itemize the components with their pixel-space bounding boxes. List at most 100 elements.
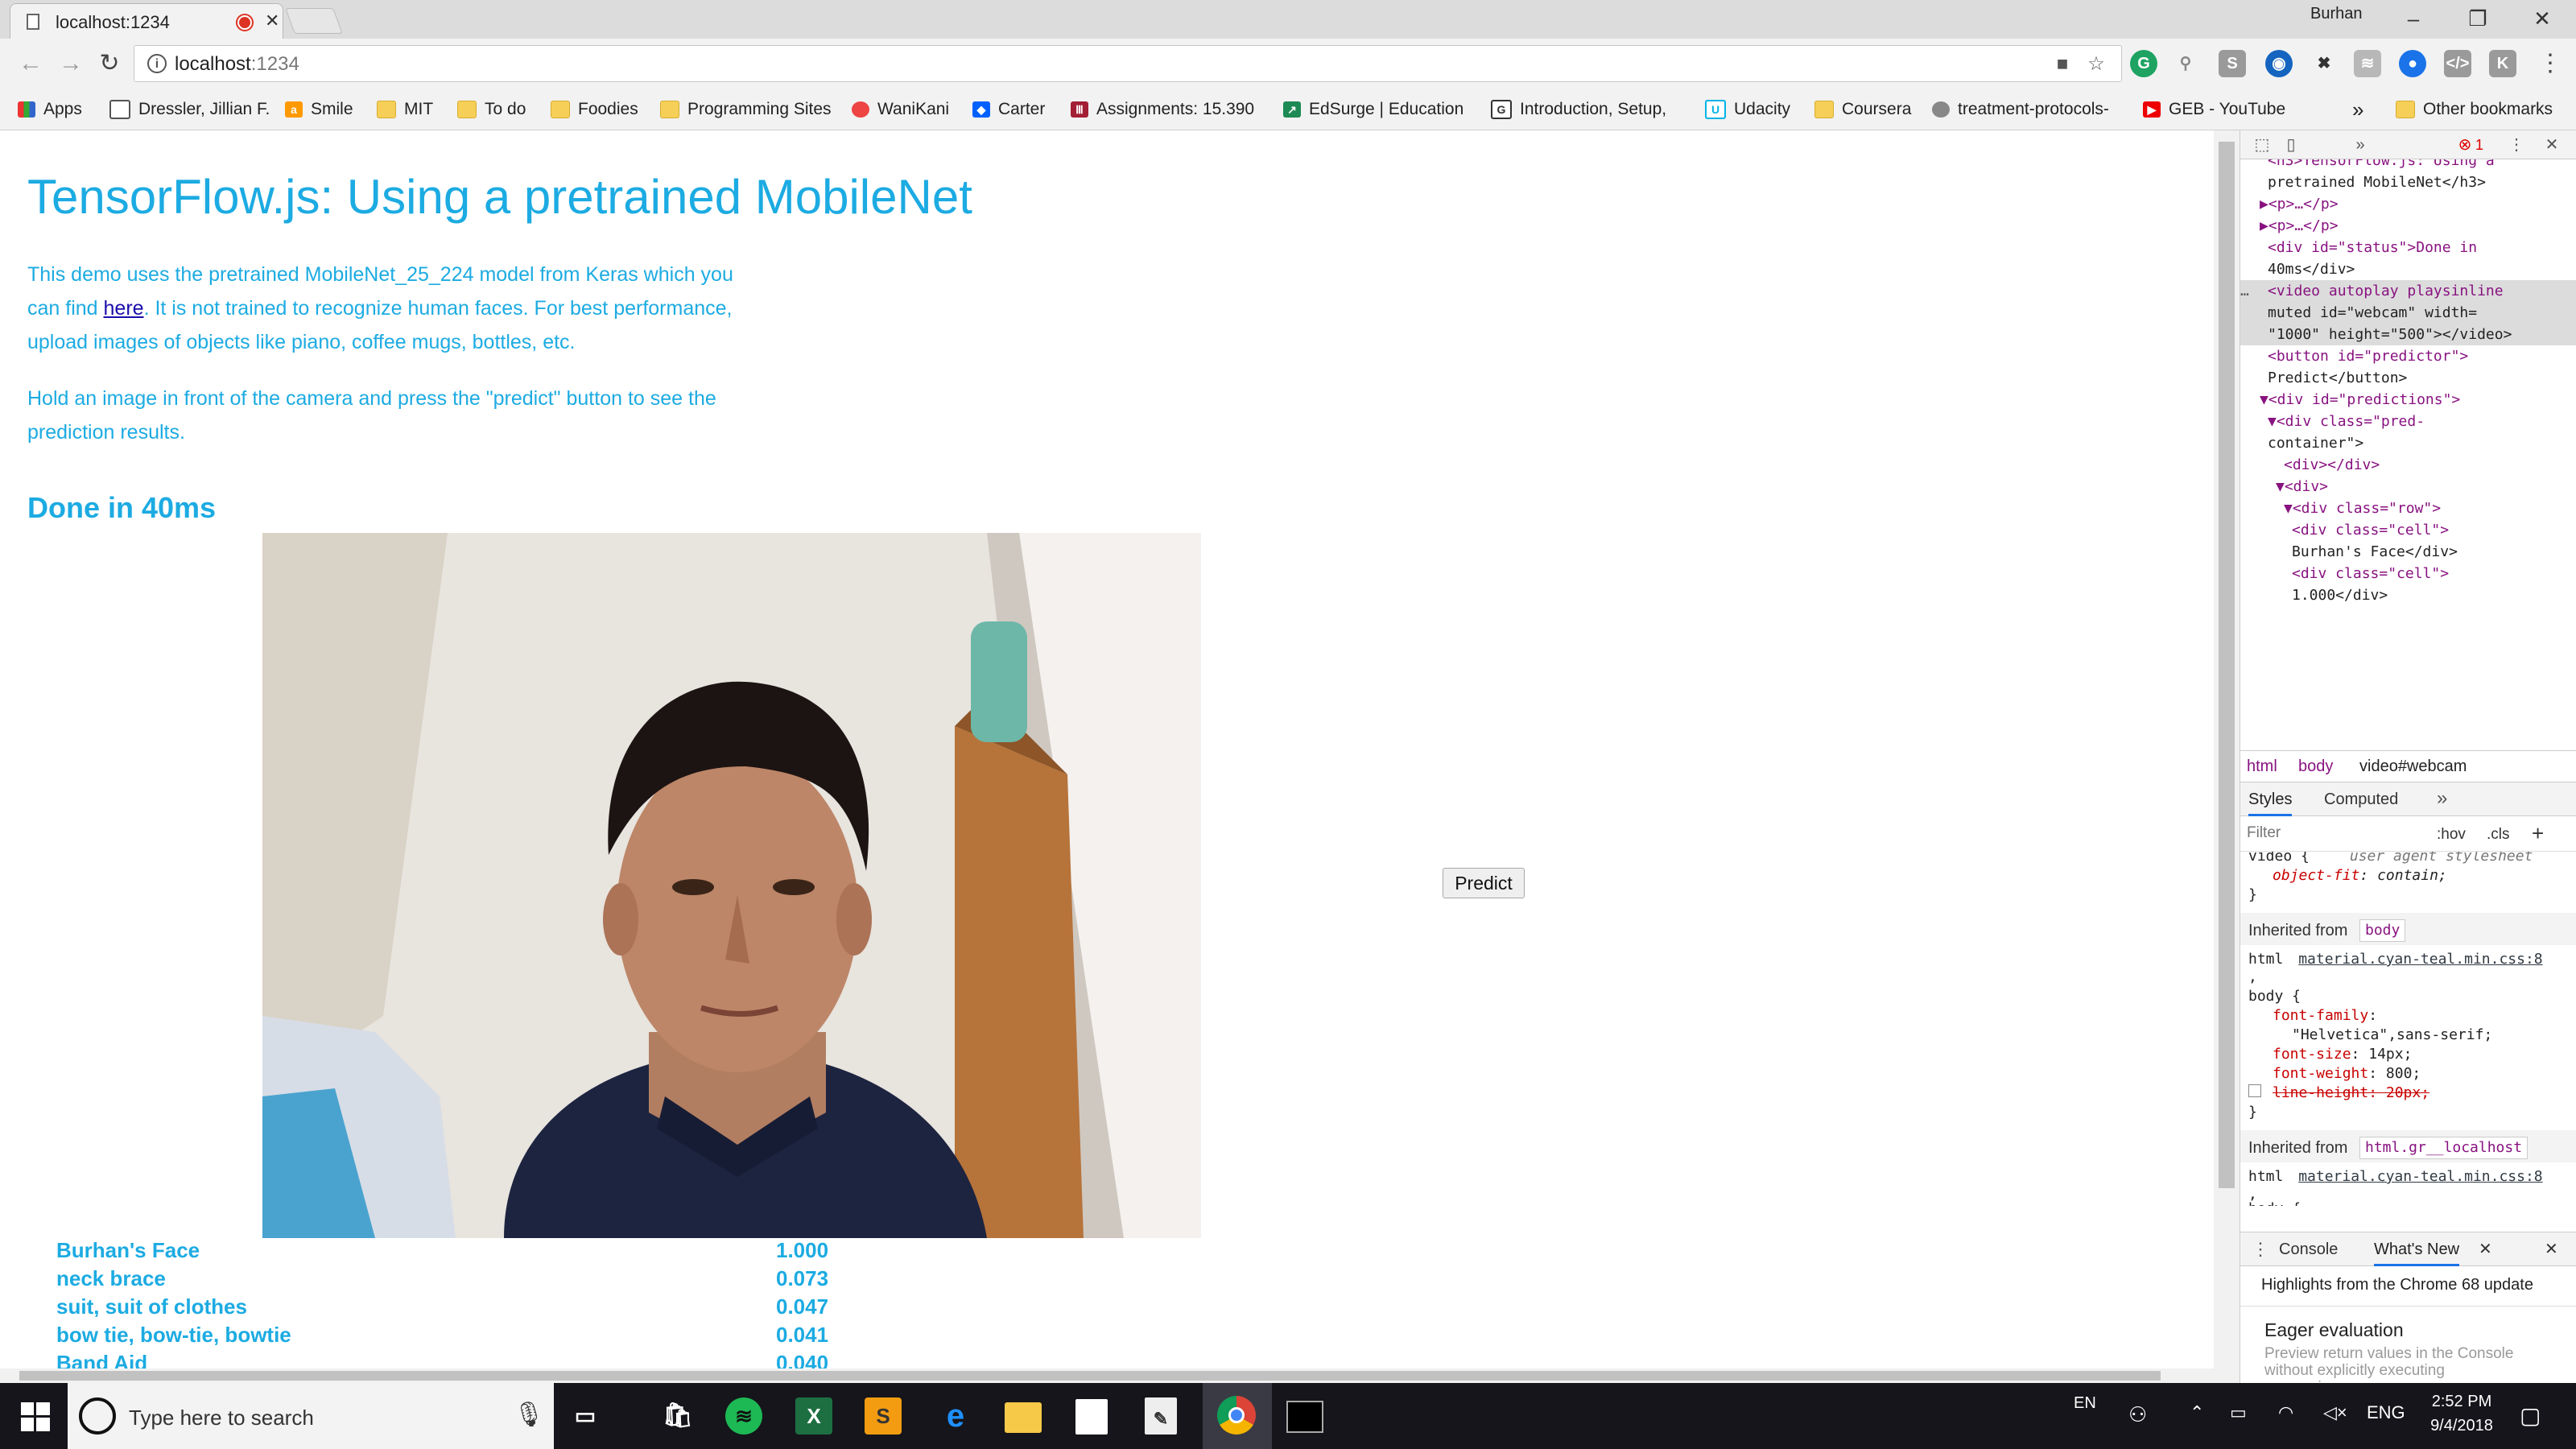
bookmark-item[interactable]: WaniKani	[852, 98, 949, 121]
dom-tree-line[interactable]: 1.000</div>	[2240, 584, 2576, 606]
css-source-link[interactable]: material.cyan-teal.min.css:8	[2298, 951, 2542, 968]
bookmark-item[interactable]: G Introduction, Setup,	[1491, 98, 1666, 121]
dom-tree-line[interactable]: ▶<p>…</p>	[2240, 193, 2576, 215]
drawer-close-icon[interactable]: ✕	[2545, 1239, 2558, 1259]
breadcrumb-video[interactable]: video#webcam	[2359, 758, 2467, 776]
store-icon[interactable]: 🛍	[656, 1394, 700, 1438]
bookmark-folder[interactable]: Coursera	[1814, 98, 1911, 121]
tab-styles[interactable]: Styles	[2248, 791, 2293, 816]
excel-icon[interactable]: X	[795, 1397, 832, 1435]
clock-date[interactable]: 9/4/2018	[2425, 1417, 2499, 1435]
drawer-menu-icon[interactable]: ⋮	[2252, 1239, 2269, 1260]
error-count[interactable]: 1	[2475, 137, 2483, 154]
forward-arrow-icon[interactable]: →	[55, 48, 87, 80]
bookmark-folder[interactable]: To do	[457, 98, 526, 121]
chrome-taskbar-button[interactable]	[1203, 1383, 1272, 1449]
code-extension-icon[interactable]: </>	[2444, 50, 2471, 77]
address-text[interactable]: localhost:1234	[175, 53, 299, 76]
close-tab-icon[interactable]: ✕	[2479, 1239, 2492, 1259]
dom-tree-line[interactable]: ▼<div id="predictions">	[2240, 389, 2576, 411]
volume-muted-icon[interactable]: ◁×	[2323, 1402, 2347, 1423]
dom-tree-line[interactable]: <div class="cell">	[2240, 563, 2576, 584]
bookmark-apps[interactable]: Apps	[18, 98, 82, 121]
more-panels-chevron-icon[interactable]: »	[2350, 135, 2371, 155]
tab-console[interactable]: Console	[2279, 1241, 2338, 1259]
dom-tree-line[interactable]: <h3>TensorFlow.js: Using a	[2240, 159, 2576, 171]
bookmark-item[interactable]: ↗ EdSurge | Education	[1283, 98, 1463, 121]
breadcrumb-html[interactable]: html	[2247, 758, 2277, 776]
grammarly-extension-icon[interactable]: G	[2130, 50, 2157, 77]
devtools-menu-icon[interactable]: ⋮	[2506, 135, 2527, 155]
chat-extension-icon[interactable]: ●	[2399, 50, 2426, 77]
horizontal-scrollbar[interactable]	[0, 1368, 2214, 1383]
puzzle-extension-icon[interactable]: ✖	[2310, 50, 2338, 77]
people-icon[interactable]: ⚇	[2128, 1402, 2147, 1427]
dom-tree-line[interactable]: ▶<p>…</p>	[2240, 215, 2576, 237]
back-arrow-icon[interactable]: ←	[14, 48, 47, 80]
node-actions-ellipsis-icon[interactable]: …	[2240, 280, 2256, 302]
tray-overflow-chevron-icon[interactable]: ⌃	[2190, 1402, 2204, 1423]
bookmark-folder[interactable]: Programming Sites	[660, 98, 832, 121]
dom-tree-line[interactable]: "1000" height="500"></video>	[2240, 324, 2576, 345]
edge-icon[interactable]: e	[934, 1394, 977, 1438]
battery-icon[interactable]: ▭	[2230, 1402, 2247, 1423]
file-explorer-icon[interactable]	[1005, 1402, 1042, 1433]
devtools-close-icon[interactable]: ✕	[2541, 135, 2562, 155]
scrollbar-thumb[interactable]	[19, 1371, 2161, 1381]
dom-tree-line[interactable]: <button id="predictor">	[2240, 345, 2576, 367]
inspect-element-icon[interactable]: ⬚	[2252, 135, 2273, 155]
dom-tree-line[interactable]: muted id="webcam" width=	[2240, 302, 2576, 324]
new-rule-plus-icon[interactable]: +	[2532, 821, 2544, 846]
bookmarks-overflow-chevron[interactable]: »	[2352, 97, 2363, 122]
here-link[interactable]: here	[104, 297, 144, 320]
browser-tab[interactable]: localhost:1234 ✕	[10, 3, 283, 39]
restore-icon[interactable]: ❐	[2454, 3, 2502, 34]
sublime-text-icon[interactable]: S	[865, 1397, 902, 1435]
hov-toggle[interactable]: :hov	[2437, 826, 2466, 844]
dom-tree-line[interactable]: ▼<div class="row">	[2240, 497, 2576, 519]
dom-tree-line[interactable]: container">	[2240, 432, 2576, 454]
bookmark-item[interactable]: a Smile	[285, 98, 353, 121]
bookmark-item[interactable]: U Udacity	[1705, 98, 1790, 121]
webcam-video[interactable]	[262, 533, 1201, 1238]
scrollbar-thumb[interactable]	[2219, 142, 2235, 1188]
camera-icon[interactable]: ■	[2052, 54, 2073, 75]
dom-tree-line[interactable]: Predict</button>	[2240, 367, 2576, 389]
bookmark-folder[interactable]: MIT	[377, 98, 433, 121]
task-view-icon[interactable]: ▭	[564, 1394, 607, 1438]
dom-tree-line[interactable]: ▼<div>	[2240, 476, 2576, 497]
s-extension-icon[interactable]: S	[2219, 50, 2246, 77]
taskbar-search[interactable]: Type here to search 🎙	[68, 1383, 554, 1449]
inherited-selector-pill[interactable]: html.gr__localhost	[2359, 1137, 2529, 1159]
styles-filter-input[interactable]	[2245, 823, 2422, 844]
other-bookmarks[interactable]: Other bookmarks	[2396, 98, 2553, 121]
terminal-icon[interactable]	[1286, 1401, 1323, 1433]
device-toolbar-icon[interactable]: ▯	[2281, 135, 2301, 155]
magnifier-extension-icon[interactable]: ⚲	[2172, 50, 2199, 77]
declaration-checkbox[interactable]	[2248, 1084, 2261, 1097]
bookmark-folder[interactable]: Foodies	[551, 98, 638, 121]
spotify-icon[interactable]: ≋	[725, 1397, 762, 1435]
dom-tree-line[interactable]: <div class="cell">	[2240, 519, 2576, 541]
error-icon[interactable]: ⊗	[2454, 135, 2475, 155]
predict-button[interactable]: Predict	[1443, 868, 1525, 898]
language-indicator[interactable]: EN	[2074, 1394, 2096, 1413]
css-source-link[interactable]: material.cyan-teal.min.css:8	[2298, 1168, 2542, 1185]
dom-tree-line[interactable]: 40ms</div>	[2240, 258, 2576, 280]
dom-tree-line[interactable]: Burhan's Face</div>	[2240, 541, 2576, 563]
tab-close-icon[interactable]: ✕	[265, 10, 279, 31]
bookmark-item[interactable]: Dressler, Jillian F.	[109, 98, 270, 121]
notifications-icon[interactable]: ▢	[2520, 1402, 2541, 1429]
menu-kebab-icon[interactable]: ⋮	[2534, 48, 2566, 80]
more-tabs-chevron-icon[interactable]: »	[2437, 787, 2447, 810]
tab-whats-new[interactable]: What's New	[2374, 1241, 2460, 1266]
cls-toggle[interactable]: .cls	[2487, 826, 2510, 844]
info-icon[interactable]: i	[147, 54, 167, 73]
notes-app-icon[interactable]	[1075, 1399, 1108, 1435]
microphone-icon[interactable]: 🎙	[514, 1401, 544, 1429]
dom-tree-line[interactable]: pretrained MobileNet</h3>	[2240, 171, 2576, 193]
document-app-icon[interactable]: ✎	[1145, 1397, 1177, 1435]
bookmark-item[interactable]: ◆ Carter	[972, 98, 1045, 121]
windows-start-icon[interactable]	[21, 1402, 50, 1431]
dom-tree-line[interactable]: <div id="status">Done in	[2240, 237, 2576, 258]
